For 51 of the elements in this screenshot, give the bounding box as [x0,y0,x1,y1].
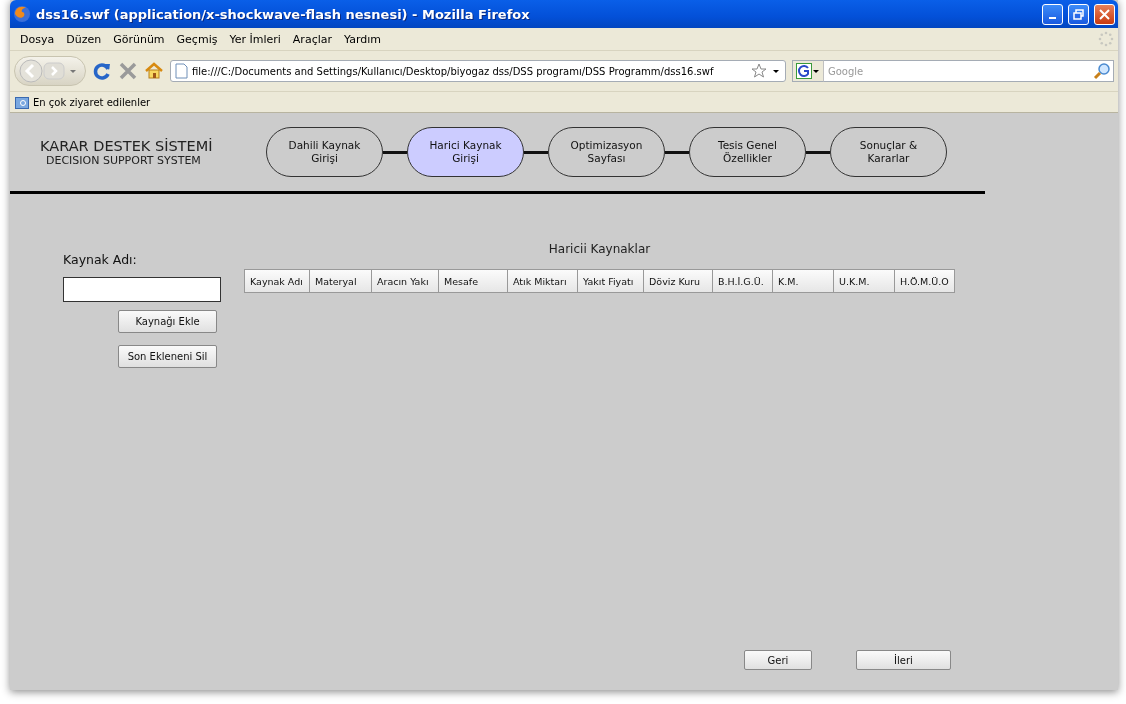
nav-button[interactable]: İleri [856,650,951,670]
table-title: Haricii Kaynaklar [548,242,651,256]
column-header[interactable]: H.Ö.M.Ü.O [894,269,955,293]
minimize-button[interactable] [1042,3,1063,25]
column-header[interactable]: K.M. [772,269,833,293]
column-header[interactable]: U.K.M. [833,269,894,293]
step-button[interactable]: Tesis Genel Özellikler [689,127,806,177]
window-title: dss16.swf (application/x-shockwave-flash nesnesi) - Mozilla Firefox [36,6,531,22]
reload-icon[interactable] [92,61,112,81]
app-title: KARAR DESTEK SİSTEMİ [40,137,213,154]
home-icon[interactable] [144,61,164,81]
app-subtitle: DECISION SUPPORT SYSTEM [46,153,201,167]
search-engine-icon[interactable] [796,63,812,79]
column-header[interactable]: Döviz Kuru [643,269,712,293]
bookmark-item[interactable]: En çok ziyaret edilenler [33,96,151,108]
menu-item[interactable]: Görünüm [107,30,171,48]
column-header[interactable]: Aracın Yakı [371,269,438,293]
minimize-icon [1049,16,1056,19]
menu-item[interactable]: Geçmiş [170,30,224,48]
column-header[interactable]: Kaynak Adı [244,269,309,293]
restore-icon [1073,8,1084,20]
nav-button[interactable]: Geri [744,650,812,670]
folder-icon [15,95,29,109]
column-header[interactable]: Atık Miktarı [507,269,577,293]
search-icon[interactable] [1093,62,1111,80]
throbber-icon [1098,31,1114,47]
action-button[interactable]: Kaynağı Ekle [118,310,217,333]
close-icon [1099,8,1110,20]
column-header[interactable]: Mesafe [438,269,507,293]
step-button[interactable]: Optimizasyon Sayfası [548,127,665,177]
field-label: Kaynak Adı: [63,252,138,267]
step-button[interactable]: Sonuçlar & Kararlar [830,127,947,177]
browser-logo-icon [13,5,31,23]
restore-button[interactable] [1068,3,1089,25]
column-header[interactable]: B.H.İ.G.Ü. [712,269,772,293]
menu-item[interactable]: Dosya [14,30,61,48]
close-button[interactable] [1094,3,1115,25]
menu-item[interactable]: Yer İmleri [223,30,287,48]
menu-item[interactable]: Araçlar [286,30,338,48]
menu-item[interactable]: Düzen [60,30,108,48]
star-icon[interactable] [751,63,767,79]
step-button[interactable]: Harici Kaynak Girişi [407,127,524,177]
column-header[interactable]: Yakıt Fiyatı [577,269,643,293]
search-field[interactable]: Google [824,60,1091,82]
address-field[interactable]: file:///C:/Documents and Settings/Kullanıcı/Desktop/biyogaz dss/DSS programı/DSS Programm/dss16.swf [170,60,786,82]
action-button[interactable]: Son Ekleneni Sil [118,345,217,368]
source-name-field[interactable] [63,277,221,302]
menu-item[interactable]: Yardım [338,30,388,48]
page-icon [175,63,188,79]
column-header[interactable]: Materyal [309,269,371,293]
step-button[interactable]: Dahili Kaynak Girişi [266,127,383,177]
